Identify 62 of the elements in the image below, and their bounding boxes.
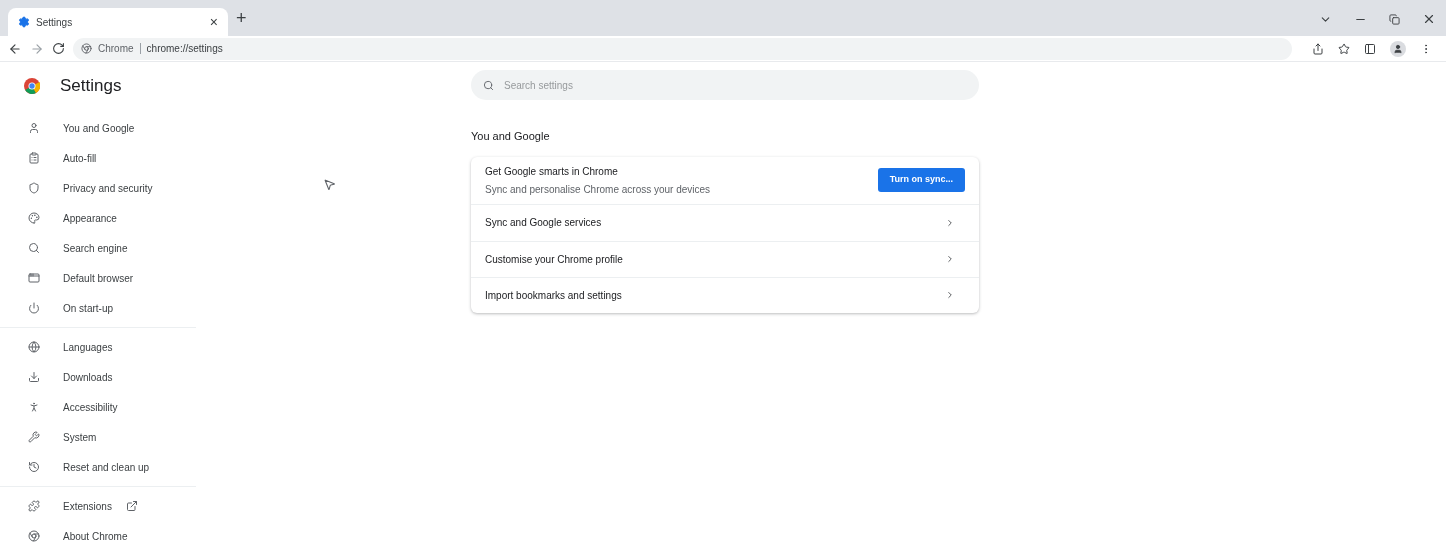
chevron-right-icon (945, 217, 955, 228)
profile-avatar[interactable] (1390, 40, 1406, 57)
chrome-icon (81, 43, 92, 54)
search-field[interactable]: Search settings (471, 70, 979, 100)
forward-icon[interactable] (30, 41, 44, 56)
chevron-right-icon (945, 290, 955, 300)
clipboard-icon (28, 152, 40, 164)
sidebar-item[interactable]: Accessibility (0, 392, 196, 422)
settings-heading: Settings (60, 74, 122, 97)
settings-row[interactable]: Import bookmarks and settings (471, 276, 979, 313)
external-link-icon (125, 500, 138, 512)
puzzle-icon (28, 500, 40, 512)
settings-row[interactable]: Customise your Chrome profile (471, 240, 979, 277)
sidebar-item[interactable]: System (0, 422, 196, 452)
sidebar-item[interactable]: Extensions (0, 491, 196, 521)
reload-icon[interactable] (52, 42, 65, 55)
tab-title: Settings (36, 15, 74, 30)
sidebar-item[interactable]: Search engine (0, 233, 196, 263)
share-icon[interactable] (1312, 42, 1324, 55)
turn-on-sync-button[interactable]: Turn on sync... (877, 168, 965, 192)
url-text: chrome://settings (146, 42, 223, 56)
download-icon (28, 371, 40, 383)
gear-icon (18, 16, 30, 28)
tab-close-button[interactable]: × (209, 11, 218, 33)
palette-icon (28, 212, 40, 224)
browser-window-icon (28, 272, 40, 284)
chevron-right-icon (945, 254, 955, 264)
shield-icon (28, 182, 40, 194)
sidebar-item[interactable]: Privacy and security (0, 173, 196, 203)
back-icon[interactable] (8, 41, 22, 56)
side-panel-icon[interactable] (1364, 42, 1376, 55)
sidebar-item[interactable]: Downloads (0, 362, 196, 392)
sidebar-item[interactable]: On start-up (0, 293, 196, 323)
sidebar-item[interactable]: Appearance (0, 203, 196, 233)
promo-title: Get Google smarts in Chrome (485, 164, 619, 179)
section-title: You and Google (471, 129, 551, 144)
restore-icon[interactable] (1389, 13, 1400, 25)
star-icon[interactable] (1338, 42, 1350, 55)
accessibility-icon (28, 401, 40, 413)
browser-tab[interactable]: Settings × (8, 8, 228, 36)
sidebar-item[interactable]: Reset and clean up (0, 452, 196, 482)
address-bar[interactable]: Chrome chrome://settings (73, 37, 1292, 60)
site-name: Chrome (98, 42, 134, 56)
chrome-icon (28, 530, 40, 542)
search-icon (28, 242, 40, 254)
search-icon (483, 80, 494, 91)
sidebar-item[interactable]: You and Google (0, 113, 196, 143)
mouse-cursor-icon (323, 178, 336, 191)
globe-icon (28, 341, 40, 353)
new-tab-button[interactable]: + (236, 5, 247, 32)
person-icon (28, 122, 40, 134)
power-icon (28, 302, 40, 314)
wrench-icon (28, 431, 40, 443)
close-icon[interactable] (1422, 12, 1436, 26)
settings-row[interactable]: Sync and Google services (471, 204, 979, 241)
chrome-logo-icon (24, 77, 40, 94)
promo-subtitle: Sync and personalise Chrome across your devices (485, 182, 712, 197)
history-icon (28, 461, 40, 473)
sidebar-item[interactable]: About Chrome (0, 521, 196, 547)
sidebar-item[interactable]: Default browser (0, 263, 196, 293)
sidebar-item[interactable]: Languages (0, 332, 196, 362)
sidebar-item[interactable]: Auto-fill (0, 143, 196, 173)
